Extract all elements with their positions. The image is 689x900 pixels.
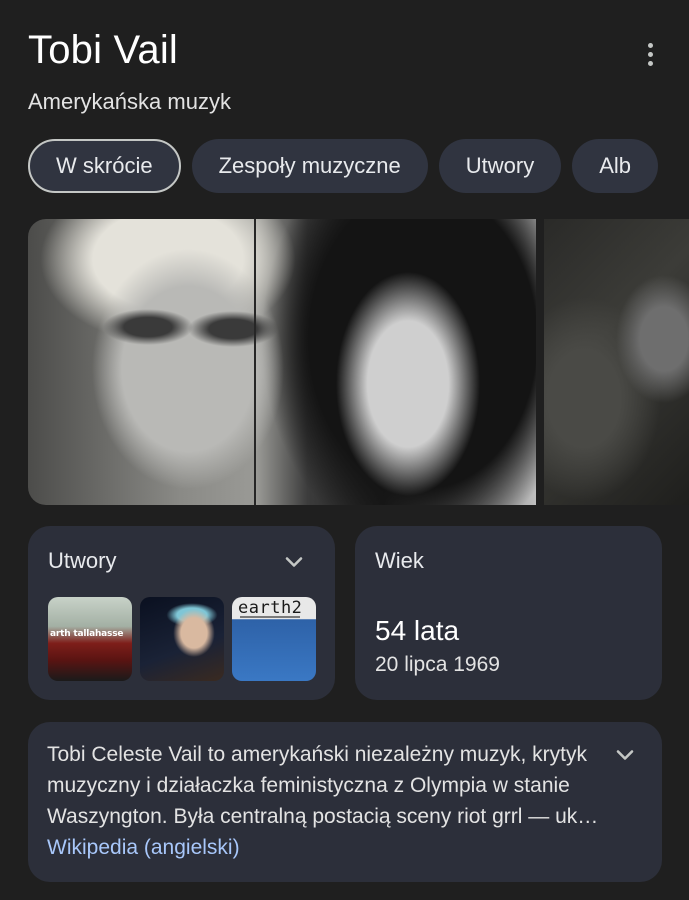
knowledge-panel: Tobi Vail Amerykańska muzyk W skrócie Ze… [0,0,689,900]
songs-card[interactable]: Utwory arth tallahasse earth2 [28,526,335,700]
chevron-down-icon[interactable] [613,743,637,767]
image-carousel[interactable] [28,219,689,505]
age-value: 54 lata [375,615,460,646]
tab-overview[interactable]: W skrócie [28,139,181,193]
song-thumbnails: arth tallahasse earth2 [48,597,316,681]
song-thumbnail[interactable] [140,597,224,681]
song-thumbnail[interactable]: earth2 [232,597,316,681]
tab-bar: W skrócie Zespoły muzyczne Utwory Alb [28,139,658,193]
thumbnail-caption: arth tallahasse [50,629,124,639]
birth-date: 20 lipca 1969 [375,653,500,676]
more-dot [647,51,653,57]
page-subtitle: Amerykańska muzyk [28,89,231,114]
age-card[interactable]: Wiek 54 lata 20 lipca 1969 [355,526,662,700]
thumbnail-caption: earth2 [238,598,303,618]
songs-card-label: Utwory [48,548,117,573]
thumbnail-rule [240,616,300,618]
description-card[interactable]: Tobi Celeste Vail to amerykański niezale… [28,722,662,882]
tab-bands[interactable]: Zespoły muzyczne [191,139,428,193]
tab-albums[interactable]: Alb [572,139,658,193]
more-dot [647,42,653,48]
chevron-down-icon[interactable] [282,550,306,574]
more-dot [647,60,653,66]
wikipedia-link[interactable]: Wikipedia (angielski) [47,836,240,859]
image-divider [254,219,256,505]
description-body: Tobi Celeste Vail to amerykański niezale… [47,743,599,828]
description-text: Tobi Celeste Vail to amerykański niezale… [47,739,615,863]
song-thumbnail[interactable]: arth tallahasse [48,597,132,681]
age-card-label: Wiek [375,548,424,573]
page-title: Tobi Vail [28,28,179,72]
image-secondary[interactable] [544,219,689,505]
image-main[interactable] [28,219,536,505]
more-options-icon[interactable] [636,36,664,72]
tab-songs[interactable]: Utwory [438,139,562,193]
